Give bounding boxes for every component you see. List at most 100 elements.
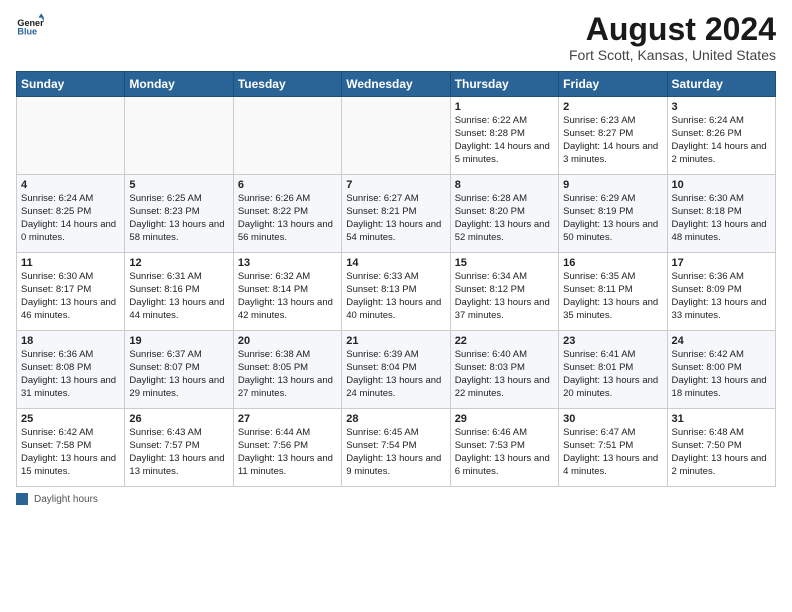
calendar-table: SundayMondayTuesdayWednesdayThursdayFrid… — [16, 71, 776, 487]
day-number: 27 — [238, 413, 337, 425]
table-row: 18Sunrise: 6:36 AMSunset: 8:08 PMDayligh… — [17, 331, 125, 409]
day-info: Daylight: 13 hours and 35 minutes. — [563, 297, 662, 323]
day-info: Sunset: 7:53 PM — [455, 440, 554, 453]
day-info: Sunrise: 6:39 AM — [346, 349, 445, 362]
table-row: 15Sunrise: 6:34 AMSunset: 8:12 PMDayligh… — [450, 253, 558, 331]
legend-color-box — [16, 493, 28, 505]
table-row: 16Sunrise: 6:35 AMSunset: 8:11 PMDayligh… — [559, 253, 667, 331]
day-number: 13 — [238, 257, 337, 269]
day-info: Sunset: 8:12 PM — [455, 284, 554, 297]
day-info: Sunset: 8:17 PM — [21, 284, 120, 297]
legend-label: Daylight hours — [34, 494, 98, 505]
day-info: Sunset: 7:57 PM — [129, 440, 228, 453]
day-info: Sunrise: 6:28 AM — [455, 193, 554, 206]
day-info: Sunset: 8:00 PM — [672, 362, 771, 375]
day-info: Daylight: 13 hours and 22 minutes. — [455, 375, 554, 401]
table-row: 27Sunrise: 6:44 AMSunset: 7:56 PMDayligh… — [233, 409, 341, 487]
table-row: 25Sunrise: 6:42 AMSunset: 7:58 PMDayligh… — [17, 409, 125, 487]
day-info: Sunset: 7:54 PM — [346, 440, 445, 453]
day-info: Daylight: 13 hours and 2 minutes. — [672, 453, 771, 479]
table-row: 29Sunrise: 6:46 AMSunset: 7:53 PMDayligh… — [450, 409, 558, 487]
day-info: Sunrise: 6:33 AM — [346, 271, 445, 284]
day-info: Daylight: 13 hours and 31 minutes. — [21, 375, 120, 401]
table-row: 24Sunrise: 6:42 AMSunset: 8:00 PMDayligh… — [667, 331, 775, 409]
day-info: Sunset: 8:28 PM — [455, 128, 554, 141]
day-info: Sunset: 8:11 PM — [563, 284, 662, 297]
calendar-day-header: Sunday — [17, 72, 125, 97]
table-row: 3Sunrise: 6:24 AMSunset: 8:26 PMDaylight… — [667, 97, 775, 175]
day-info: Daylight: 13 hours and 4 minutes. — [563, 453, 662, 479]
day-number: 30 — [563, 413, 662, 425]
day-info: Sunrise: 6:36 AM — [21, 349, 120, 362]
day-info: Sunrise: 6:41 AM — [563, 349, 662, 362]
day-info: Daylight: 13 hours and 13 minutes. — [129, 453, 228, 479]
day-info: Daylight: 13 hours and 48 minutes. — [672, 219, 771, 245]
day-info: Sunrise: 6:46 AM — [455, 427, 554, 440]
day-info: Sunrise: 6:43 AM — [129, 427, 228, 440]
day-info: Sunrise: 6:29 AM — [563, 193, 662, 206]
day-info: Daylight: 13 hours and 46 minutes. — [21, 297, 120, 323]
table-row: 23Sunrise: 6:41 AMSunset: 8:01 PMDayligh… — [559, 331, 667, 409]
day-info: Sunset: 8:04 PM — [346, 362, 445, 375]
day-info: Daylight: 13 hours and 18 minutes. — [672, 375, 771, 401]
day-info: Daylight: 13 hours and 15 minutes. — [21, 453, 120, 479]
day-info: Sunset: 8:07 PM — [129, 362, 228, 375]
day-info: Sunrise: 6:25 AM — [129, 193, 228, 206]
day-info: Sunset: 8:23 PM — [129, 206, 228, 219]
logo-icon: General Blue — [16, 12, 44, 40]
day-number: 15 — [455, 257, 554, 269]
table-row: 17Sunrise: 6:36 AMSunset: 8:09 PMDayligh… — [667, 253, 775, 331]
day-info: Daylight: 13 hours and 27 minutes. — [238, 375, 337, 401]
day-info: Sunrise: 6:32 AM — [238, 271, 337, 284]
main-title: August 2024 — [569, 12, 776, 47]
day-info: Sunset: 7:51 PM — [563, 440, 662, 453]
day-info: Sunset: 8:05 PM — [238, 362, 337, 375]
day-info: Sunrise: 6:30 AM — [21, 271, 120, 284]
table-row: 13Sunrise: 6:32 AMSunset: 8:14 PMDayligh… — [233, 253, 341, 331]
day-info: Sunset: 8:09 PM — [672, 284, 771, 297]
day-info: Sunset: 8:20 PM — [455, 206, 554, 219]
day-info: Sunrise: 6:34 AM — [455, 271, 554, 284]
table-row: 10Sunrise: 6:30 AMSunset: 8:18 PMDayligh… — [667, 175, 775, 253]
table-row — [125, 97, 233, 175]
day-number: 20 — [238, 335, 337, 347]
day-info: Sunrise: 6:26 AM — [238, 193, 337, 206]
day-info: Daylight: 13 hours and 6 minutes. — [455, 453, 554, 479]
day-number: 17 — [672, 257, 771, 269]
day-info: Sunrise: 6:22 AM — [455, 115, 554, 128]
day-info: Daylight: 13 hours and 9 minutes. — [346, 453, 445, 479]
day-info: Sunrise: 6:36 AM — [672, 271, 771, 284]
day-number: 23 — [563, 335, 662, 347]
day-number: 25 — [21, 413, 120, 425]
day-info: Sunrise: 6:38 AM — [238, 349, 337, 362]
table-row: 28Sunrise: 6:45 AMSunset: 7:54 PMDayligh… — [342, 409, 450, 487]
day-info: Sunrise: 6:24 AM — [672, 115, 771, 128]
table-row: 5Sunrise: 6:25 AMSunset: 8:23 PMDaylight… — [125, 175, 233, 253]
table-row: 11Sunrise: 6:30 AMSunset: 8:17 PMDayligh… — [17, 253, 125, 331]
table-row: 21Sunrise: 6:39 AMSunset: 8:04 PMDayligh… — [342, 331, 450, 409]
day-info: Daylight: 13 hours and 52 minutes. — [455, 219, 554, 245]
table-row: 14Sunrise: 6:33 AMSunset: 8:13 PMDayligh… — [342, 253, 450, 331]
day-info: Sunrise: 6:27 AM — [346, 193, 445, 206]
day-info: Sunset: 8:19 PM — [563, 206, 662, 219]
table-row: 22Sunrise: 6:40 AMSunset: 8:03 PMDayligh… — [450, 331, 558, 409]
day-number: 14 — [346, 257, 445, 269]
calendar-day-header: Tuesday — [233, 72, 341, 97]
table-row: 6Sunrise: 6:26 AMSunset: 8:22 PMDaylight… — [233, 175, 341, 253]
table-row: 20 Sunrise: 6:38 AMSunset: 8:05 PMDayligh… — [233, 331, 341, 409]
legend: Daylight hours — [16, 493, 776, 505]
day-info: Sunset: 8:13 PM — [346, 284, 445, 297]
day-info: Sunrise: 6:30 AM — [672, 193, 771, 206]
day-number: 21 — [346, 335, 445, 347]
day-number: 3 — [672, 101, 771, 113]
table-row: 8Sunrise: 6:28 AMSunset: 8:20 PMDaylight… — [450, 175, 558, 253]
table-row — [342, 97, 450, 175]
day-info: Sunset: 8:08 PM — [21, 362, 120, 375]
subtitle: Fort Scott, Kansas, United States — [569, 47, 776, 63]
day-number: 16 — [563, 257, 662, 269]
day-info: Sunrise: 6:24 AM — [21, 193, 120, 206]
day-info: Sunset: 8:21 PM — [346, 206, 445, 219]
day-info: Sunrise: 6:47 AM — [563, 427, 662, 440]
day-info: Sunrise: 6:44 AM — [238, 427, 337, 440]
day-info: Sunset: 8:22 PM — [238, 206, 337, 219]
